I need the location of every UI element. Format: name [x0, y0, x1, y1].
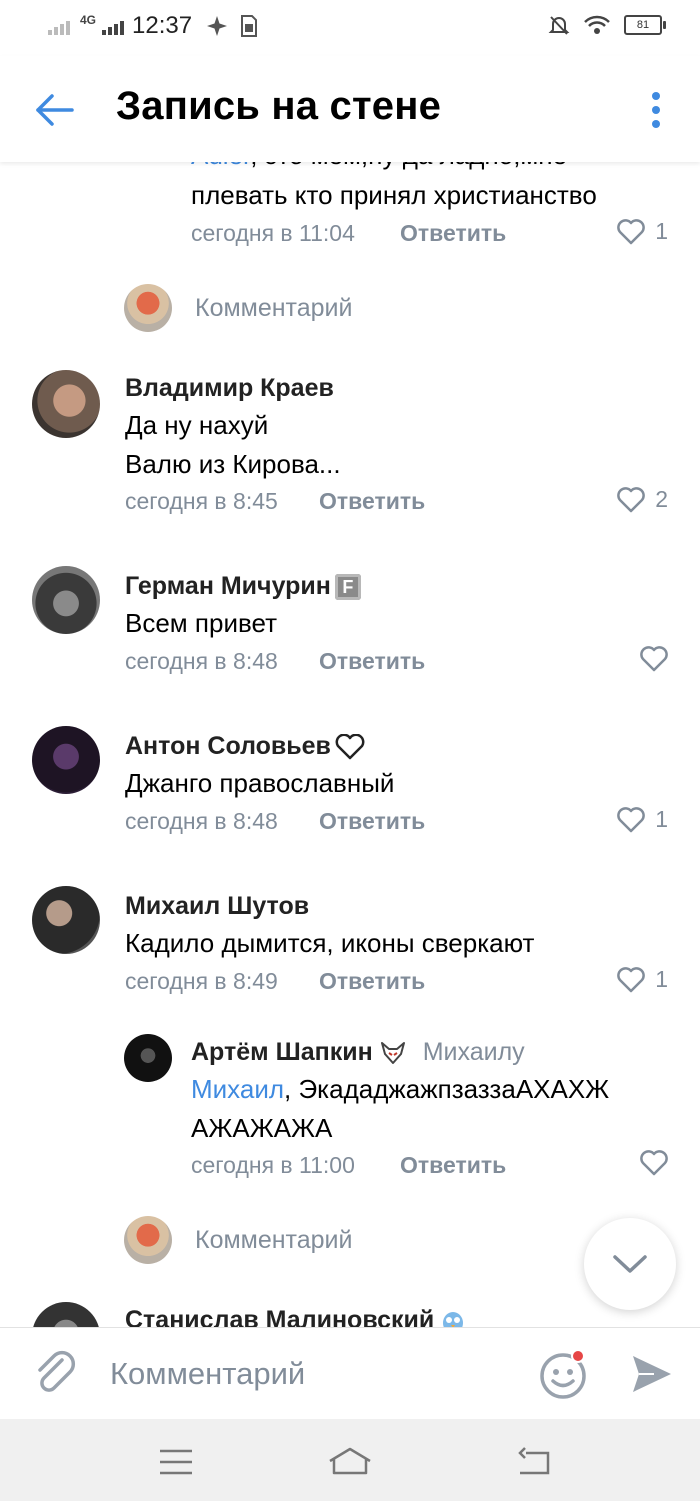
mention-link[interactable]: Михаил [191, 1074, 284, 1104]
battery-indicator: 81 [624, 15, 666, 35]
like-button[interactable]: 1 [617, 806, 668, 833]
reply-button[interactable]: Ответить [319, 808, 425, 835]
send-icon[interactable] [630, 1352, 674, 1396]
comment-author[interactable]: Михаил Шутов [125, 892, 309, 921]
status-left: 4G 12:37 [48, 12, 258, 40]
comment-author-row: Антон Соловьев [125, 732, 365, 761]
sim-icon [241, 15, 258, 37]
like-button[interactable]: 2 [617, 486, 668, 513]
avatar[interactable] [32, 726, 100, 794]
status-bar: 4G 12:37 81 [0, 0, 700, 56]
signal-icon-2 [102, 21, 125, 35]
wifi-icon [584, 15, 610, 34]
comment-author[interactable]: Станислав Малиновский [125, 1306, 434, 1327]
like-count: 2 [655, 486, 668, 512]
heart-icon [640, 1150, 668, 1176]
comment-text-line: плевать кто принял христианство [191, 180, 597, 210]
comment-time: сегодня в 8:48 [125, 808, 278, 834]
chevron-down-icon [613, 1255, 647, 1273]
like-count: 1 [655, 218, 668, 244]
menu-lines-icon[interactable] [158, 1447, 194, 1477]
reply-button[interactable]: Ответить [319, 968, 425, 995]
comment-text-line: Всем привет [125, 608, 277, 638]
avatar [124, 284, 172, 332]
heart-emoji-icon [335, 733, 365, 759]
avatar[interactable] [32, 370, 100, 438]
comment-time: сегодня в 8:45 [125, 488, 278, 514]
more-vertical-icon[interactable] [648, 90, 664, 130]
reply-button[interactable]: Ответить [319, 648, 425, 675]
comment-author-row: Артём Шапкин Михаилу [191, 1038, 525, 1067]
like-button[interactable] [640, 1150, 668, 1176]
comment-input-placeholder: Комментарий [195, 294, 353, 322]
comment-text-line: АЖАЖАЖА [191, 1113, 333, 1143]
scroll-down-button[interactable] [584, 1218, 676, 1310]
heart-icon [617, 218, 646, 244]
comment-author[interactable]: Антон Соловьев [125, 732, 331, 761]
comment-time: сегодня в 11:04 [191, 220, 355, 246]
wolf-emoji-icon [380, 1041, 405, 1064]
comment-author[interactable]: Герман Мичурин [125, 572, 331, 601]
comment-author[interactable]: Артём Шапкин [191, 1038, 373, 1067]
comment-time: сегодня в 8:48 [125, 648, 278, 674]
avatar[interactable] [32, 886, 100, 954]
heart-icon [617, 966, 646, 992]
avatar[interactable] [32, 1302, 100, 1327]
signal-icon [48, 21, 70, 35]
comment-author-row: Станислав Малиновский [125, 1306, 466, 1327]
reply-to-label[interactable]: Михаилу [423, 1038, 525, 1067]
comment-text-line: Валю из Кирова... [125, 449, 341, 479]
thread-comment-input[interactable]: Комментарий [0, 276, 700, 336]
comment-author-row: Герман Мичурин F [125, 572, 361, 601]
reply-button[interactable]: Ответить [319, 488, 425, 515]
comment-composer: Комментарий [0, 1327, 700, 1420]
avatar [124, 1216, 172, 1264]
app-header: Запись на стене [0, 56, 700, 162]
smile-icon[interactable] [538, 1348, 590, 1400]
like-button[interactable]: 1 [617, 966, 668, 993]
clock: 12:37 [132, 12, 193, 39]
owl-emoji-icon [443, 1311, 464, 1327]
comment-text-line: Adler, это мем,ну да ладно,мне [191, 162, 567, 172]
comment-input-placeholder: Комментарий [195, 1226, 353, 1254]
status-right: 81 [548, 14, 666, 36]
reply-button[interactable]: Ответить [400, 1152, 506, 1179]
sparkle-icon [207, 16, 228, 36]
avatar[interactable] [32, 566, 100, 634]
back-arrow-icon[interactable] [34, 90, 74, 130]
mute-bell-icon [548, 16, 570, 35]
heart-icon [617, 486, 646, 512]
heart-icon [640, 646, 668, 672]
avatar[interactable] [124, 1034, 172, 1082]
like-count: 1 [655, 806, 668, 832]
comment-text-line: Михаил, ЭкададжажпзаззаАХАХЖ [191, 1074, 610, 1104]
back-nav-icon[interactable] [516, 1447, 552, 1477]
badge-icon: F [334, 573, 361, 600]
like-button[interactable] [640, 646, 668, 672]
system-nav-bar [0, 1419, 700, 1501]
home-icon[interactable] [326, 1445, 374, 1477]
page-title: Запись на стене [116, 84, 442, 128]
heart-icon [617, 806, 646, 832]
mention-link[interactable]: Adler [191, 162, 250, 170]
comments-feed[interactable]: Adler, это мем,ну да ладно,мне плевать к… [0, 162, 700, 1327]
like-button[interactable]: 1 [617, 218, 668, 245]
comment-author[interactable]: Владимир Краев [125, 374, 334, 403]
comment-time: сегодня в 11:00 [191, 1152, 355, 1178]
reply-button[interactable]: Ответить [400, 220, 506, 247]
comment-text-line: Да ну нахуй [125, 410, 269, 440]
network-type: 4G [80, 13, 97, 27]
comment-text-line: Кадило дымится, иконы сверкают [125, 928, 535, 958]
comment-input[interactable]: Комментарий [110, 1356, 305, 1392]
comment-text-line: Джанго православный [125, 768, 395, 798]
paperclip-icon[interactable] [32, 1348, 78, 1398]
comment-time: сегодня в 8:49 [125, 968, 278, 994]
like-count: 1 [655, 966, 668, 992]
